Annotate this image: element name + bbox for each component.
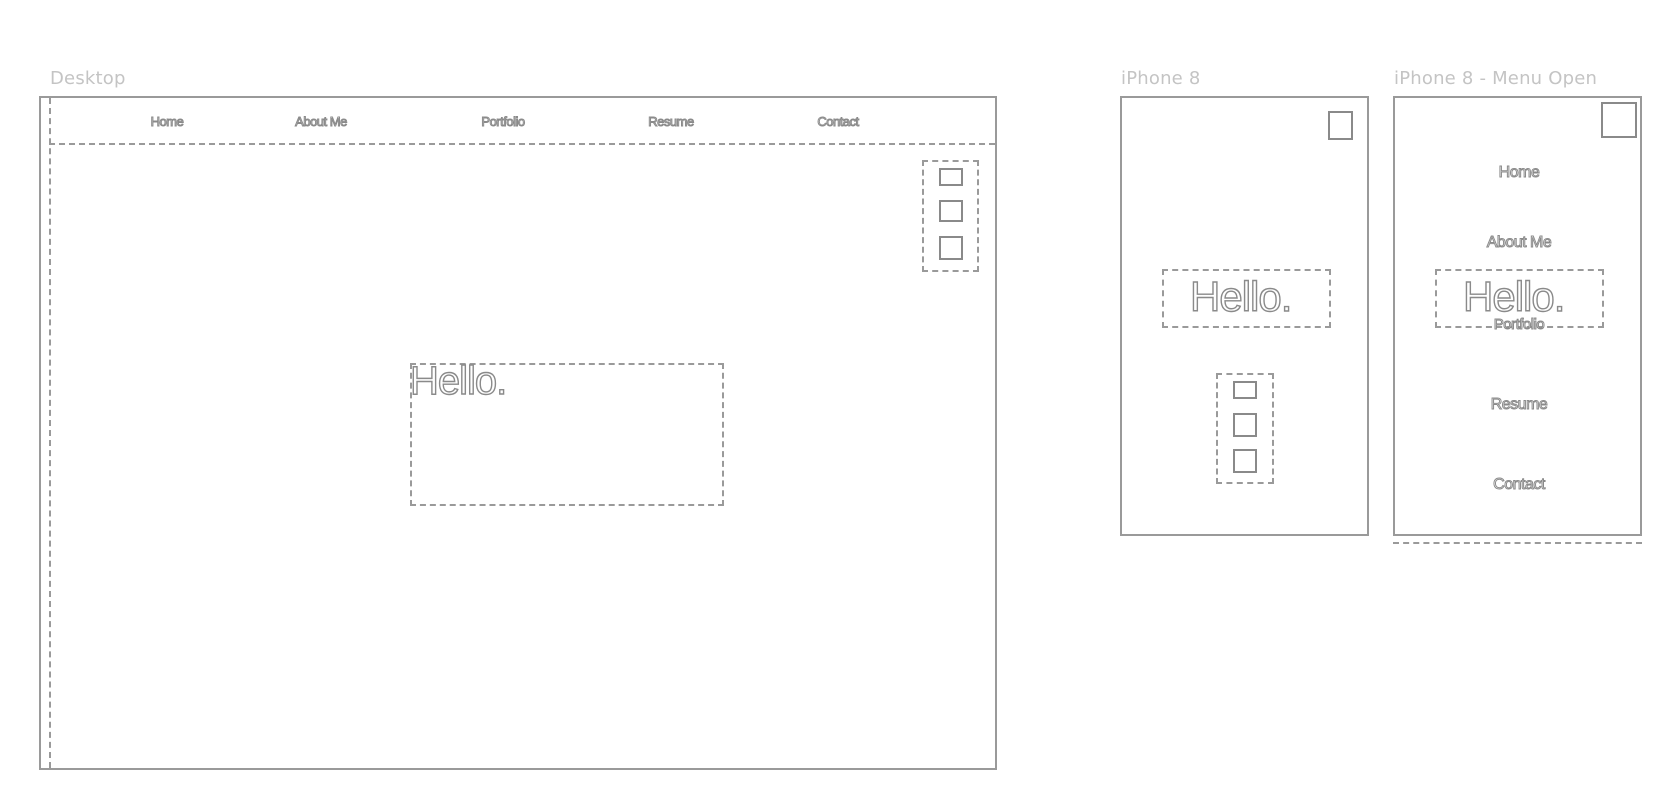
mobile-menu-home[interactable]: Home — [1498, 164, 1540, 182]
desktop-frame[interactable]: Home About Me Portfolio Resume Contact H… — [39, 96, 997, 770]
menu-overlay-bottom-edge — [1393, 542, 1642, 544]
mobile-menu-resume[interactable]: Resume — [1490, 396, 1548, 414]
iphone8-frame[interactable]: Hello. — [1120, 96, 1369, 536]
mobile-menu-contact[interactable]: Contact — [1493, 476, 1546, 494]
desktop-left-guide — [49, 98, 51, 768]
social-icon[interactable] — [939, 236, 963, 260]
desktop-nav-about-me[interactable]: About Me — [295, 114, 348, 130]
iphone8-hero-box: Hello. — [1162, 269, 1331, 328]
social-icon[interactable] — [939, 200, 963, 222]
desktop-header-divider — [49, 143, 995, 145]
social-icon[interactable] — [939, 168, 963, 186]
desktop-hero-text: Hello. — [409, 358, 508, 403]
iphone8-hero-text: Hello. — [1189, 272, 1293, 320]
menu-close-icon[interactable] — [1601, 102, 1637, 138]
desktop-nav-portfolio[interactable]: Portfolio — [481, 114, 526, 130]
desktop-social-group — [922, 160, 979, 272]
social-icon[interactable] — [1233, 381, 1257, 399]
iphone8-menu-open-hero-text: Hello. — [1462, 272, 1566, 320]
mobile-menu-portfolio[interactable]: Portfolio — [1493, 316, 1545, 334]
menu-toggle-icon[interactable] — [1328, 111, 1353, 140]
social-icon[interactable] — [1233, 449, 1257, 473]
social-icon[interactable] — [1233, 413, 1257, 437]
desktop-nav-contact[interactable]: Contact — [817, 114, 860, 130]
iphone8-menu-open-frame[interactable]: Hello. Home About Me Portfolio Resume Co… — [1393, 96, 1642, 536]
artboard-label-iphone8-menu-open[interactable]: iPhone 8 - Menu Open — [1394, 68, 1597, 89]
desktop-nav-resume[interactable]: Resume — [648, 114, 695, 130]
iphone8-social-group — [1216, 373, 1274, 484]
design-canvas: Desktop Home About Me Portfolio Resume C… — [0, 0, 1680, 810]
desktop-nav-home[interactable]: Home — [150, 114, 184, 130]
artboard-label-desktop[interactable]: Desktop — [50, 68, 126, 89]
artboard-label-iphone8[interactable]: iPhone 8 — [1121, 68, 1201, 89]
desktop-hero-box: Hello. — [409, 358, 724, 506]
mobile-menu-about-me[interactable]: About Me — [1486, 234, 1552, 252]
